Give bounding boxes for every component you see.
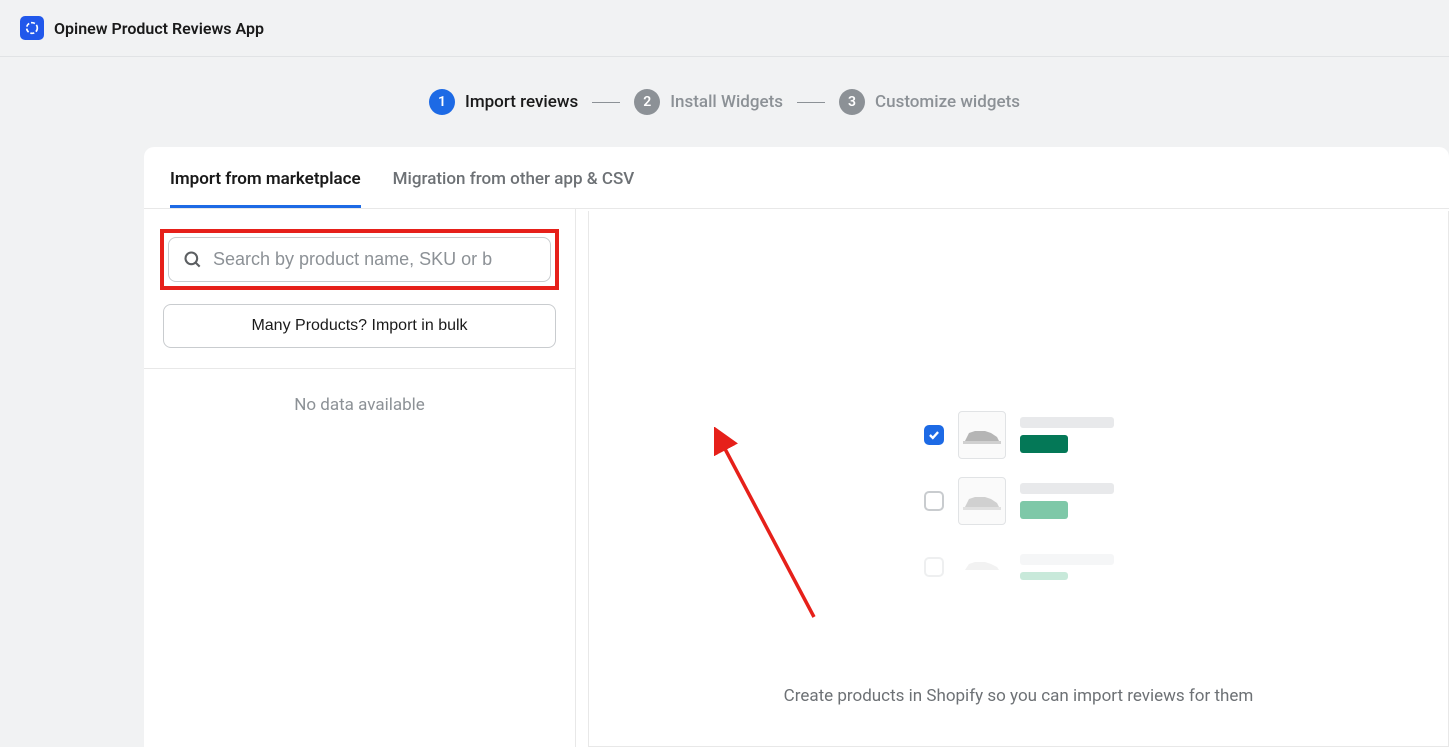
bulk-import-button[interactable]: Many Products? Import in bulk xyxy=(163,304,556,348)
tab-import-marketplace[interactable]: Import from marketplace xyxy=(170,147,361,208)
step-divider xyxy=(797,102,825,103)
step-customize-widgets[interactable]: 3 Customize widgets xyxy=(839,89,1020,115)
stepper: 1 Import reviews 2 Install Widgets 3 Cus… xyxy=(0,57,1449,139)
product-item-graphic xyxy=(924,411,1114,459)
checkbox-icon xyxy=(924,425,944,445)
search-wrapper[interactable] xyxy=(168,237,551,282)
tab-migration[interactable]: Migration from other app & CSV xyxy=(393,147,635,208)
search-input[interactable] xyxy=(213,249,536,270)
step-import-reviews[interactable]: 1 Import reviews xyxy=(429,89,578,115)
app-header: Opinew Product Reviews App xyxy=(0,0,1449,57)
product-thumb xyxy=(958,543,1006,591)
step-label: Install Widgets xyxy=(670,92,783,112)
step-divider xyxy=(592,102,620,103)
bars-graphic xyxy=(1020,483,1114,519)
step-number: 1 xyxy=(429,89,455,115)
bars-graphic xyxy=(1020,417,1114,453)
empty-state-illustration: Create products in Shopify so you can im… xyxy=(589,211,1448,706)
product-item-graphic xyxy=(924,543,1114,591)
tabs: Import from marketplace Migration from o… xyxy=(144,147,1449,209)
step-label: Customize widgets xyxy=(875,92,1020,112)
highlight-annotation xyxy=(160,229,559,290)
product-thumb xyxy=(958,411,1006,459)
search-section: Many Products? Import in bulk xyxy=(144,209,575,369)
step-number: 3 xyxy=(839,89,865,115)
app-title: Opinew Product Reviews App xyxy=(54,19,264,38)
bars-graphic xyxy=(1020,554,1114,580)
product-item-graphic xyxy=(924,477,1114,525)
checkbox-icon xyxy=(924,491,944,511)
app-logo-icon xyxy=(20,16,44,40)
right-panel: Create products in Shopify so you can im… xyxy=(588,211,1449,747)
left-panel: Many Products? Import in bulk No data av… xyxy=(144,209,576,747)
product-list-graphic xyxy=(924,411,1114,591)
step-install-widgets[interactable]: 2 Install Widgets xyxy=(634,89,783,115)
no-data-message: No data available xyxy=(144,369,575,441)
checkbox-icon xyxy=(924,557,944,577)
empty-state-message: Create products in Shopify so you can im… xyxy=(784,686,1254,706)
content-split: Many Products? Import in bulk No data av… xyxy=(144,209,1449,747)
product-thumb xyxy=(958,477,1006,525)
step-label: Import reviews xyxy=(465,92,578,112)
main-card: Import from marketplace Migration from o… xyxy=(144,147,1449,747)
search-icon xyxy=(183,250,203,270)
step-number: 2 xyxy=(634,89,660,115)
